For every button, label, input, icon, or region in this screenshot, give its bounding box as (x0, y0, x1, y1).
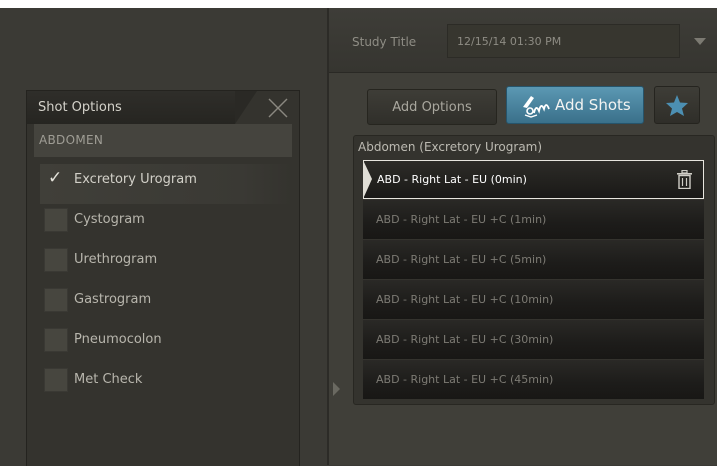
shot-row[interactable]: ABD - Right Lat - EU +C (1min) (363, 200, 704, 239)
option-excretory-urogram[interactable]: ✓ Excretory Urogram (40, 164, 292, 204)
option-label: Gastrogram (74, 292, 152, 307)
shot-row[interactable]: ABD - Right Lat - EU +C (30min) (363, 320, 704, 359)
option-met-check[interactable]: Met Check (40, 364, 292, 404)
option-label: Cystogram (74, 212, 145, 227)
shot-label: ABD - Right Lat - EU +C (5min) (376, 253, 547, 266)
option-pneumocolon[interactable]: Pneumocolon (40, 324, 292, 364)
option-label: Excretory Urogram (74, 172, 197, 187)
option-label: Met Check (74, 372, 143, 387)
study-panel: Study Title 12/15/14 01:30 PM Add Option… (329, 8, 717, 465)
shot-label: ABD - Right Lat - EU (0min) (377, 173, 527, 186)
shot-row[interactable]: ABD - Right Lat - EU +C (45min) (363, 360, 704, 399)
shots-panel: Abdomen (Excretory Urogram) ABD - Right … (353, 135, 715, 405)
shot-list: ABD - Right Lat - EU (0min) ABD - Right … (363, 160, 704, 400)
shot-label: ABD - Right Lat - EU +C (30min) (376, 333, 554, 346)
shot-options-tab: Shot Options (27, 91, 257, 124)
shot-label: ABD - Right Lat - EU +C (10min) (376, 293, 554, 306)
study-title-bar: Study Title 12/15/14 01:30 PM (329, 8, 717, 73)
shot-options-panel: Shot Options ABDOMEN ✓ Excretory Urogram… (26, 90, 300, 466)
category-row: ABDOMEN (34, 124, 292, 157)
checkbox[interactable] (44, 208, 68, 232)
add-options-button[interactable]: Add Options (367, 89, 497, 125)
category-label: ABDOMEN (39, 133, 104, 147)
study-title-value: 12/15/14 01:30 PM (457, 35, 562, 48)
checkbox[interactable] (44, 288, 68, 312)
shot-options-title: Shot Options (38, 100, 122, 115)
close-icon[interactable] (267, 97, 289, 119)
shot-row[interactable]: ABD - Right Lat - EU +C (10min) (363, 280, 704, 319)
checkbox[interactable] (44, 368, 68, 392)
option-label: Pneumocolon (74, 332, 162, 347)
checkbox[interactable]: ✓ (44, 168, 68, 192)
checkbox[interactable] (44, 248, 68, 272)
add-shots-button[interactable]: Add Shots (506, 86, 644, 124)
option-gastrogram[interactable]: Gastrogram (40, 284, 292, 324)
shot-options-list: ✓ Excretory Urogram Cystogram Urethrogra… (40, 164, 292, 404)
shot-options-header: Shot Options (27, 91, 299, 124)
shot-row[interactable]: ABD - Right Lat - EU +C (5min) (363, 240, 704, 279)
checkbox[interactable] (44, 328, 68, 352)
dropdown-icon[interactable] (694, 38, 706, 45)
shot-label: ABD - Right Lat - EU +C (1min) (376, 213, 547, 226)
top-band (0, 0, 717, 8)
trash-icon[interactable] (676, 170, 693, 189)
option-label: Urethrogram (74, 252, 158, 267)
xray-icon (523, 96, 550, 118)
favorites-button[interactable] (654, 86, 700, 124)
check-icon: ✓ (48, 168, 63, 188)
add-shots-label: Add Shots (555, 96, 631, 114)
study-title-input[interactable]: 12/15/14 01:30 PM (447, 24, 680, 58)
option-cystogram[interactable]: Cystogram (40, 204, 292, 244)
expand-arrow-icon[interactable] (333, 382, 340, 396)
star-icon (666, 95, 688, 116)
shots-header: Abdomen (Excretory Urogram) (358, 140, 543, 154)
study-title-label: Study Title (352, 35, 417, 49)
shot-row[interactable]: ABD - Right Lat - EU (0min) (363, 160, 704, 199)
add-options-label: Add Options (392, 100, 472, 115)
option-urethrogram[interactable]: Urethrogram (40, 244, 292, 284)
shot-label: ABD - Right Lat - EU +C (45min) (376, 373, 554, 386)
